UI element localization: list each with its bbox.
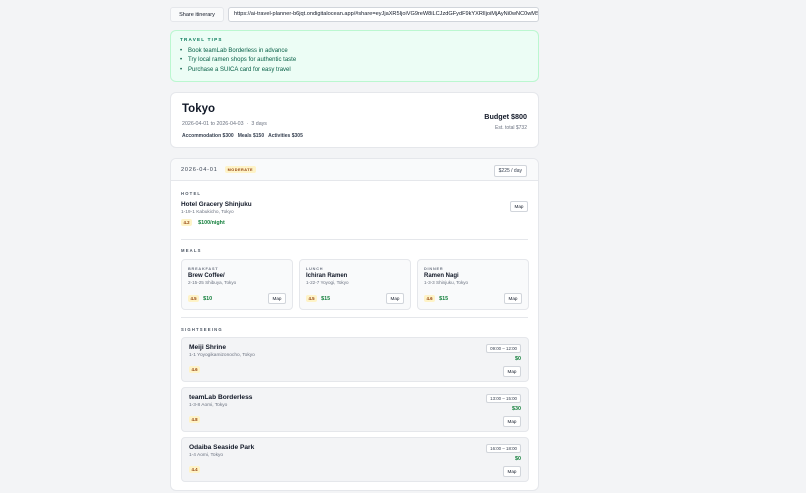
section-divider: [181, 239, 528, 240]
pace-badge: MODERATE: [224, 166, 257, 173]
meal-map-button[interactable]: Map: [268, 293, 286, 304]
day-card: 2026-04-01 MODERATE $225 / day HOTEL Hot…: [170, 158, 539, 491]
sightseeing-section-label: SIGHTSEEING: [181, 327, 223, 332]
sight-rating-badge: 4.4: [189, 466, 201, 473]
share-url-field[interactable]: https://ai-travel-planner-b6jqt.ondigita…: [228, 7, 539, 22]
meal-label: DINNER: [424, 267, 444, 271]
per-day-cost: $225 / day: [493, 165, 527, 177]
meal-address: 1-22-7 Yoyogi, Tokyo: [306, 280, 349, 285]
sight-card: Meiji Shrine 1-1 Yoyogikamizonocho, Toky…: [181, 337, 529, 382]
meal-meta: 4.5 $10 Map: [188, 293, 286, 304]
sight-price: $0: [515, 356, 521, 362]
date-range: 2026-04-01 to 2026-04-03: [182, 121, 244, 127]
sight-map-button[interactable]: Map: [503, 416, 521, 427]
sight-rating-badge: 4.8: [189, 416, 201, 423]
meal-price: $15: [321, 295, 331, 302]
tip-item: Book teamLab Borderless in advance: [180, 47, 529, 57]
travel-tips-title: TRAVEL TIPS: [180, 37, 223, 42]
day-header: 2026-04-01 MODERATE $225 / day: [171, 159, 538, 181]
meal-card-dinner: DINNER Ramen Nagi 1-3-3 Shinjuku, Tokyo …: [417, 259, 529, 310]
meal-rating-badge: 4.5: [306, 295, 318, 302]
meal-address: 2-15-25 Shibuya, Tokyo: [188, 280, 237, 285]
meals-section-label: MEALS: [181, 248, 202, 253]
meal-name: Brew Coffee/: [188, 273, 225, 279]
meal-rating-badge: 4.5: [188, 295, 200, 302]
meals-total: Meals $150: [237, 133, 265, 139]
accommodation-total: Accommodation $300: [182, 133, 234, 139]
sight-rating-badge: 4.6: [189, 366, 201, 373]
estimated-total: Est. total $732: [495, 125, 527, 131]
sight-card: teamLab Borderless 1-3-8 Aomi, Tokyo 4.8…: [181, 387, 529, 432]
share-bar: Share itinerary https://ai-travel-planne…: [170, 7, 539, 23]
hotel-price: $100/night: [198, 219, 225, 226]
section-divider: [181, 317, 528, 318]
hotel-map-button[interactable]: Map: [510, 201, 528, 212]
sight-price: $30: [512, 406, 521, 412]
sight-time-range: 16:00 – 18:00: [486, 444, 521, 453]
trip-dates: 2026-04-01 to 2026-04-03 · 3 days: [182, 121, 527, 127]
hotel-meta: 4.2 $100/night: [181, 219, 521, 226]
sight-address: 1-4 Aomi, Tokyo: [189, 453, 224, 458]
meal-name: Ichiran Ramen: [306, 273, 348, 279]
travel-tips-panel: TRAVEL TIPS Book teamLab Borderless in a…: [170, 30, 539, 82]
meal-address: 1-3-3 Shinjuku, Tokyo: [424, 280, 469, 285]
hotel-item: Hotel Gracery Shinjuku 1-19-1 Kabukicho,…: [181, 201, 521, 226]
hotel-address: 1-19-1 Kabukicho, Tokyo: [181, 210, 234, 215]
meal-rating-badge: 4.6: [424, 295, 436, 302]
sight-address: 1-3-8 Aomi, Tokyo: [189, 403, 228, 408]
sight-name: Odaiba Seaside Park: [189, 444, 255, 451]
hotel-rating-badge: 4.2: [181, 219, 193, 226]
sight-name: Meiji Shrine: [189, 344, 227, 351]
meal-price: $15: [439, 295, 449, 302]
meal-map-button[interactable]: Map: [386, 293, 404, 304]
tip-item: Purchase a SUICA card for easy travel: [180, 66, 529, 76]
meal-card-lunch: LUNCH Ichiran Ramen 1-22-7 Yoyogi, Tokyo…: [299, 259, 411, 310]
meal-name: Ramen Nagi: [424, 273, 459, 279]
hotel-name: Hotel Gracery Shinjuku: [181, 201, 252, 208]
trip-summary-card: Tokyo 2026-04-01 to 2026-04-03 · 3 days Ac…: [170, 92, 539, 148]
meal-meta: 4.5 $15 Map: [306, 293, 404, 304]
meal-meta: 4.6 $15 Map: [424, 293, 522, 304]
meal-label: BREAKFAST: [188, 267, 219, 271]
meal-label: LUNCH: [306, 267, 324, 271]
sight-time-range: 13:00 – 15:00: [486, 394, 521, 403]
cost-breakdown: Accommodation $300 Meals $150 Activities…: [182, 133, 527, 139]
sight-map-button[interactable]: Map: [503, 466, 521, 477]
travel-tips-list: Book teamLab Borderless in advance Try l…: [180, 47, 529, 76]
meal-map-button[interactable]: Map: [504, 293, 522, 304]
budget-amount: Budget $800: [484, 112, 527, 121]
sight-address: 1-1 Yoyogikamizonocho, Tokyo: [189, 353, 255, 358]
activities-total: Activities $305: [268, 133, 303, 139]
share-itinerary-button[interactable]: Share itinerary: [170, 7, 224, 22]
sight-time-range: 09:00 – 12:00: [486, 344, 521, 353]
hotel-section-label: HOTEL: [181, 191, 202, 196]
sight-price: $0: [515, 456, 521, 462]
tip-item: Try local ramen shops for authentic tast…: [180, 56, 529, 66]
sight-name: teamLab Borderless: [189, 394, 253, 401]
trip-duration: 3 days: [251, 121, 267, 127]
city-title: Tokyo: [182, 103, 216, 115]
day-date: 2026-04-01: [181, 166, 218, 173]
separator-dot: ·: [246, 121, 249, 127]
meal-price: $10: [203, 295, 213, 302]
sight-card: Odaiba Seaside Park 1-4 Aomi, Tokyo 4.4 …: [181, 437, 529, 482]
budget-block: Budget $800 Est. total $732: [484, 112, 527, 131]
sight-map-button[interactable]: Map: [503, 366, 521, 377]
meal-card-breakfast: BREAKFAST Brew Coffee/ 2-15-25 Shibuya, …: [181, 259, 293, 310]
